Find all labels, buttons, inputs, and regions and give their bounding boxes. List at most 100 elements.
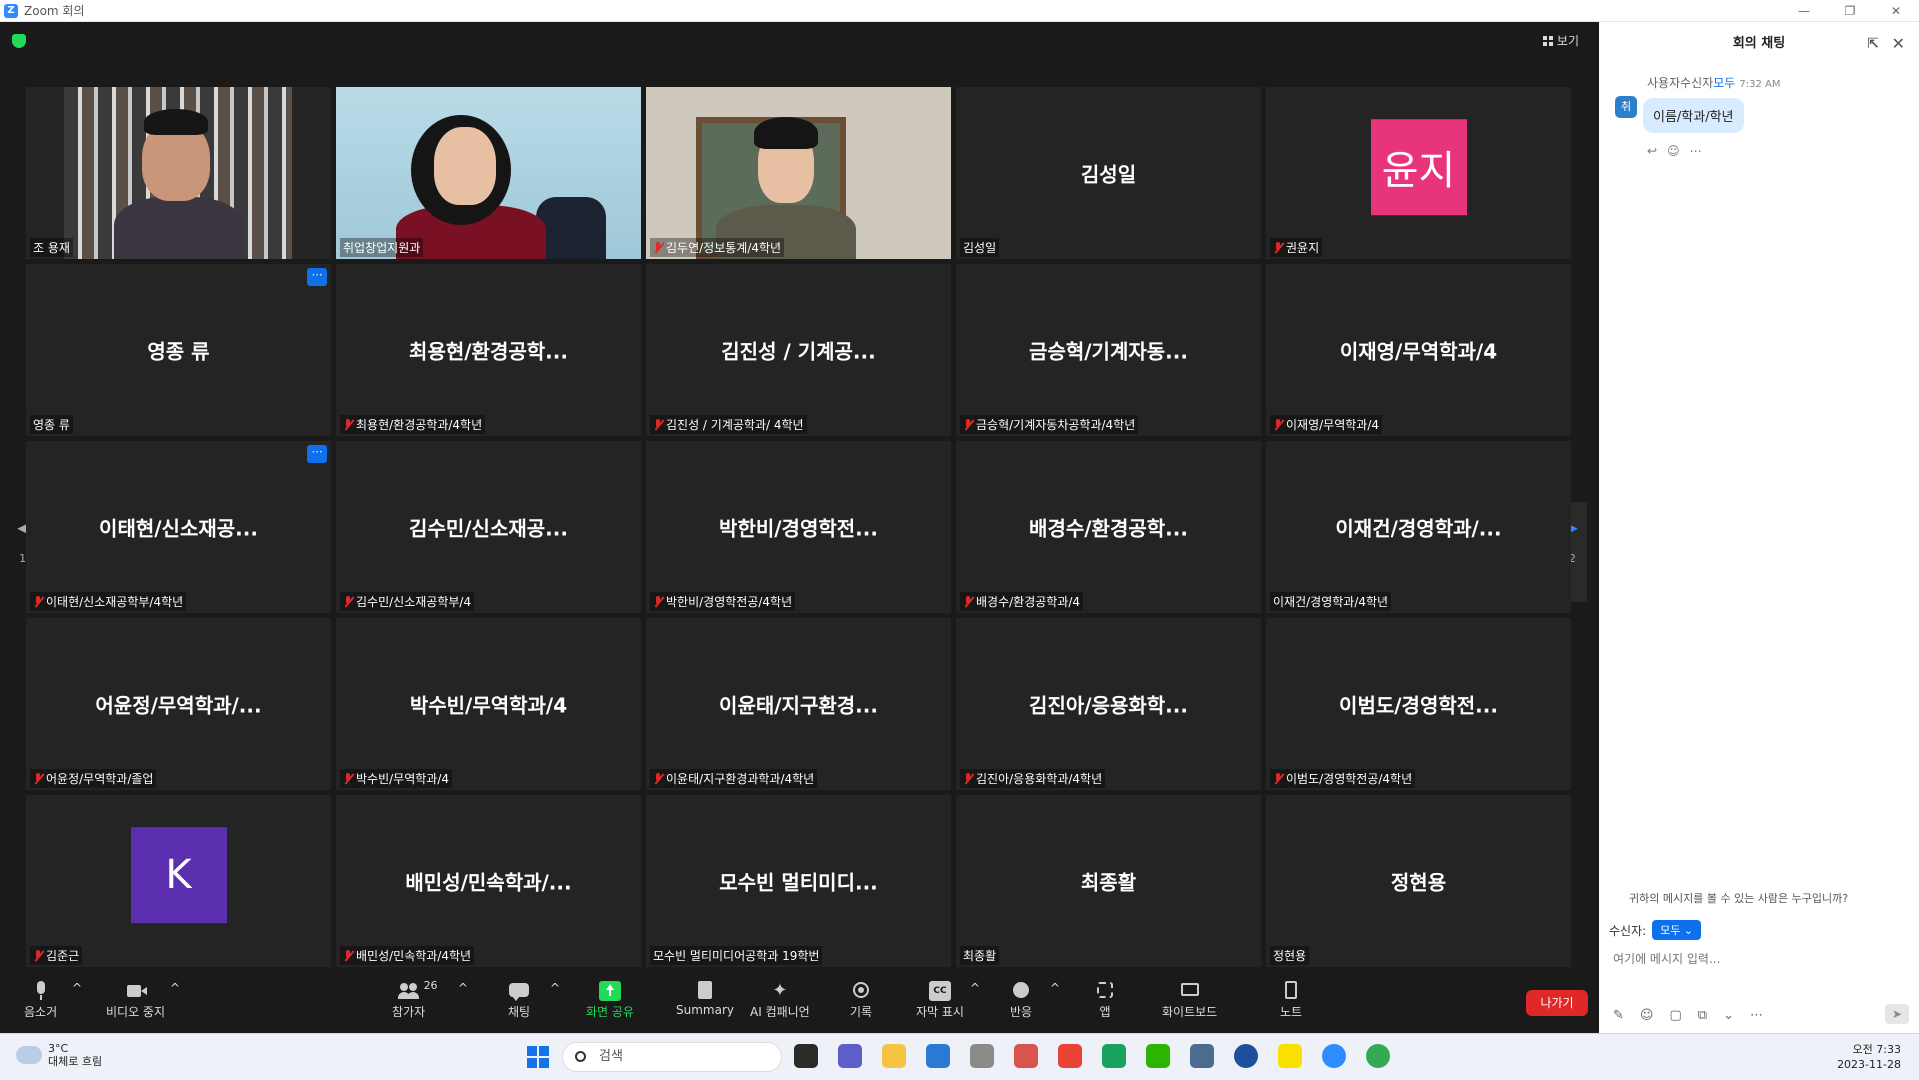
tile-more-options-icon[interactable]: ⋯ <box>307 268 327 286</box>
mute-button[interactable]: 음소거 <box>24 981 57 1020</box>
more-options-icon[interactable]: ⋯ <box>1690 144 1702 158</box>
participant-tile[interactable]: 금승혁/기계자동... 금승혁/기계자동차공학과/4학년 <box>956 264 1261 436</box>
who-can-see-link[interactable]: 귀하의 메시지를 볼 수 있는 사람은 누구입니까? <box>1629 890 1848 906</box>
reactions-caret-icon[interactable]: ^ <box>1050 981 1060 995</box>
stop-video-button[interactable]: 비디오 중지 <box>106 981 165 1020</box>
add-reaction-icon[interactable]: ☺ <box>1667 144 1680 158</box>
participant-tile[interactable]: 이재영/무역학과/4 이재영/무역학과/4 <box>1266 264 1571 436</box>
naver-icon[interactable] <box>1146 1044 1170 1068</box>
closed-caption-icon: CC <box>928 981 951 1001</box>
participant-name: 영종 류 <box>33 418 70 432</box>
security-shield-icon[interactable] <box>12 34 26 48</box>
video-options-caret-icon[interactable]: ^ <box>170 981 180 995</box>
mail-icon[interactable] <box>926 1044 950 1068</box>
participant-tile[interactable]: 모수빈 멀티미디... 모수빈 멀티미디어공학과 19학번 <box>646 795 951 967</box>
teams-icon[interactable] <box>838 1044 862 1068</box>
participant-tile[interactable]: 김성일 김성일 <box>956 87 1261 259</box>
summary-button[interactable]: Summary <box>676 981 734 1017</box>
task-view-icon[interactable] <box>794 1044 818 1068</box>
message-meta: 사용자수신자모두 7:32 AM <box>1647 74 1780 91</box>
close-chat-icon[interactable]: ✕ <box>1892 22 1905 66</box>
participant-tile[interactable]: 영종 류 ⋯ 영종 류 <box>26 264 331 436</box>
participant-tile[interactable]: 배민성/민속학과/... 배민성/민속학과/4학년 <box>336 795 641 967</box>
record-button[interactable]: 기록 <box>850 981 872 1020</box>
taskbar-search[interactable]: 검색 <box>562 1042 782 1072</box>
participant-tile[interactable]: 이윤태/지구환경... 이윤태/지구환경과학과/4학년 <box>646 618 951 790</box>
participant-tile[interactable]: 김두연/정보통계/4학년 <box>646 87 951 259</box>
file-icon[interactable]: ▢ <box>1669 1008 1681 1023</box>
leave-meeting-button[interactable]: 나가기 <box>1526 990 1588 1016</box>
participant-tile[interactable]: 박한비/경영학전... 박한비/경영학전공/4학년 <box>646 441 951 613</box>
participant-tile[interactable]: 조 용재 <box>26 87 331 259</box>
participant-tile[interactable]: 배경수/환경공학... 배경수/환경공학과/4 <box>956 441 1261 613</box>
gmail-icon[interactable] <box>1058 1044 1082 1068</box>
audio-options-caret-icon[interactable]: ^ <box>72 981 82 995</box>
view-button[interactable]: 보기 <box>1542 32 1579 49</box>
recipient-dropdown[interactable]: 모두 ⌄ <box>1652 920 1702 940</box>
participant-tile[interactable]: 김진성 / 기계공... 김진성 / 기계공학과/ 4학년 <box>646 264 951 436</box>
whiteboard-button[interactable]: 화이트보드 <box>1162 981 1217 1020</box>
edge-icon[interactable] <box>1102 1044 1126 1068</box>
share-screen-button[interactable]: 화면 공유 <box>586 981 634 1020</box>
participant-name: 취업창업지원과 <box>343 241 421 255</box>
emoji-icon[interactable]: ☺ <box>1640 1008 1654 1023</box>
zoom-taskbar-icon[interactable] <box>1322 1044 1346 1068</box>
participant-name-label: 김준근 <box>30 946 83 965</box>
maximize-button[interactable]: ❐ <box>1827 0 1873 22</box>
message-recipient[interactable]: 모두 <box>1713 76 1735 90</box>
participant-tile[interactable]: 최종활 최종활 <box>956 795 1261 967</box>
reply-icon[interactable]: ↩ <box>1647 144 1657 158</box>
close-window-button[interactable]: ✕ <box>1873 0 1919 22</box>
apps-button[interactable]: 앱 <box>1094 981 1116 1020</box>
participants-button[interactable]: 26 참가자 <box>392 979 438 1020</box>
more-icon[interactable]: ⋯ <box>1750 1008 1763 1023</box>
participant-tile[interactable]: 김진아/응용화학... 김진아/응용화학과/4학년 <box>956 618 1261 790</box>
snipping-tool-icon[interactable] <box>1014 1044 1038 1068</box>
muted-microphone-icon <box>343 595 353 608</box>
participant-tile[interactable]: 최용현/환경공학... 최용현/환경공학과/4학년 <box>336 264 641 436</box>
notes-button[interactable]: 노트 <box>1280 981 1302 1020</box>
chrome-icon[interactable] <box>1366 1044 1390 1068</box>
participant-tile[interactable]: 이태현/신소재공... ⋯ 이태현/신소재공학부/4학년 <box>26 441 331 613</box>
captions-button[interactable]: CC 자막 표시 <box>916 981 964 1020</box>
screenshot-icon[interactable]: ⧉ <box>1698 1008 1707 1023</box>
participant-tile[interactable]: K 김준근 <box>26 795 331 967</box>
participant-tile[interactable]: 이범도/경영학전... 이범도/경영학전공/4학년 <box>1266 618 1571 790</box>
tile-more-options-icon[interactable]: ⋯ <box>307 445 327 463</box>
participant-name-label: 박한비/경영학전공/4학년 <box>650 592 796 611</box>
send-button[interactable]: ➤ <box>1885 1004 1909 1024</box>
windows-start-icon[interactable] <box>527 1046 549 1068</box>
video-gallery: 조 용재 취업창업지원과 김두연/정보통계/4학년 김성일 김성일 윤지 권윤지 영종 류 ⋯ 영… <box>26 87 1574 989</box>
kakaotalk-icon[interactable] <box>1278 1044 1302 1068</box>
chat-caret-icon[interactable]: ^ <box>550 981 560 995</box>
chat-button[interactable]: 채팅 <box>508 981 530 1020</box>
participant-tile[interactable]: 윤지 권윤지 <box>1266 87 1571 259</box>
muted-microphone-icon <box>343 418 353 431</box>
ai-companion-button[interactable]: ✦ AI 컴패니언 <box>750 981 810 1020</box>
system-clock[interactable]: 오전 7:33 2023-11-28 <box>1837 1042 1901 1072</box>
security-app-icon[interactable] <box>1190 1044 1214 1068</box>
participant-tile[interactable]: 이재건/경영학과/... 이재건/경영학과/4학년 <box>1266 441 1571 613</box>
participant-tile[interactable]: 어윤정/무역학과/... 어윤정/무역학과/졸업 <box>26 618 331 790</box>
participant-tile[interactable]: 정현용 정현용 <box>1266 795 1571 967</box>
participant-tile[interactable]: 취업창업지원과 <box>336 87 641 259</box>
participant-display-name: 이재건/경영학과/... <box>1335 516 1502 541</box>
chevron-down-icon[interactable]: ⌄ <box>1723 1008 1734 1023</box>
chat-message[interactable]: 이름/학과/학년 <box>1643 98 1744 133</box>
popout-icon[interactable]: ⇱ <box>1867 22 1879 66</box>
participants-caret-icon[interactable]: ^ <box>458 981 468 995</box>
microphone-app-icon[interactable] <box>970 1044 994 1068</box>
captions-caret-icon[interactable]: ^ <box>970 981 980 995</box>
chat-message-input[interactable] <box>1613 952 1903 966</box>
minimize-button[interactable]: — <box>1781 0 1827 22</box>
file-explorer-icon[interactable] <box>882 1044 906 1068</box>
participant-tile[interactable]: 김수민/신소재공... 김수민/신소재공학부/4 <box>336 441 641 613</box>
weather-widget[interactable]: 3°C 대체로 흐림 <box>16 1040 102 1068</box>
format-icon[interactable]: ✎ <box>1613 1008 1624 1023</box>
browser-icon[interactable] <box>1234 1044 1258 1068</box>
participant-name-label: 이재건/경영학과/4학년 <box>1270 592 1392 611</box>
reactions-button[interactable]: 반응 <box>1010 981 1032 1020</box>
participant-display-name: 어윤정/무역학과/... <box>95 693 262 718</box>
participant-tile[interactable]: 박수빈/무역학과/4 박수빈/무역학과/4 <box>336 618 641 790</box>
message-time: 7:32 AM <box>1739 79 1781 90</box>
